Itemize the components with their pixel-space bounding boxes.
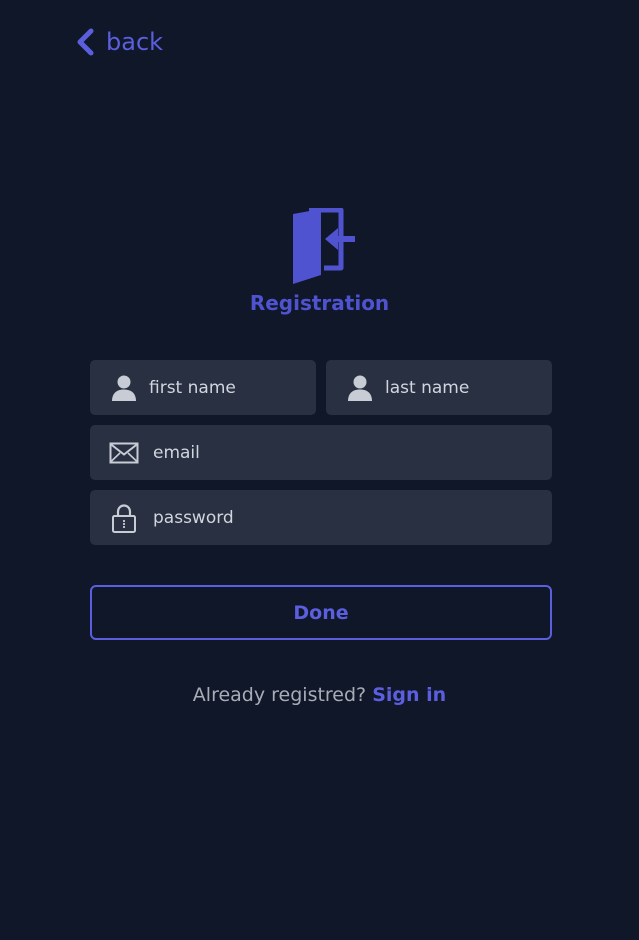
signin-link[interactable]: Sign in xyxy=(372,684,446,706)
door-enter-icon xyxy=(291,207,357,288)
chevron-left-icon xyxy=(74,27,96,57)
user-icon xyxy=(345,373,375,403)
last-name-input[interactable] xyxy=(385,360,545,415)
user-icon xyxy=(109,373,139,403)
first-name-field xyxy=(90,360,316,415)
registration-page: back Registration first name last name e… xyxy=(0,0,639,940)
back-link[interactable]: back xyxy=(74,24,163,60)
first-name-input[interactable] xyxy=(149,360,309,415)
password-field xyxy=(90,490,552,545)
envelope-icon xyxy=(109,438,139,468)
done-button[interactable]: Done xyxy=(90,585,552,640)
password-input[interactable] xyxy=(153,490,533,545)
lock-icon xyxy=(109,503,139,533)
email-input[interactable] xyxy=(153,425,533,480)
last-name-field xyxy=(326,360,552,415)
email-field xyxy=(90,425,552,480)
signin-prompt: Already registred? xyxy=(192,684,367,706)
page-title: Registration xyxy=(249,291,390,315)
signin-row: Already registred? Sign in xyxy=(0,681,639,709)
back-label: back xyxy=(106,28,164,56)
